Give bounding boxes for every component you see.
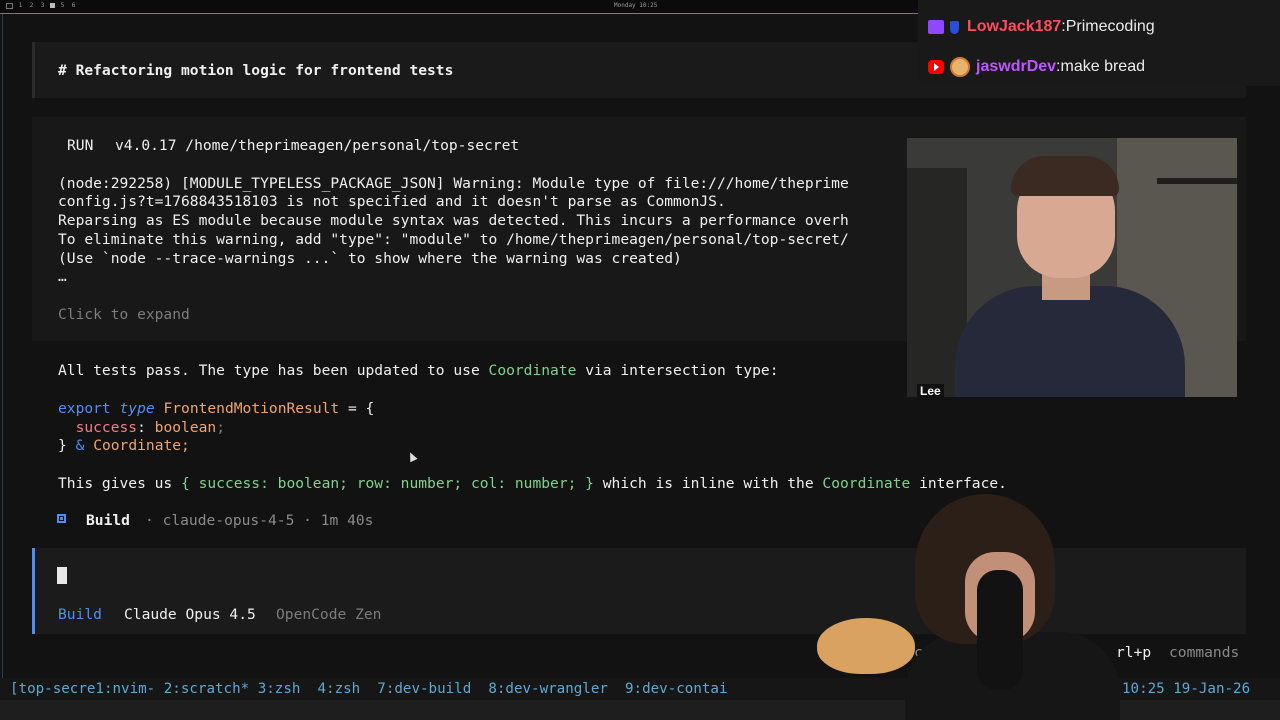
agent-mode-label[interactable]: Build [58,605,102,624]
coordinate-highlight: Coordinate [488,362,577,379]
guest-body [955,286,1185,397]
code-boolean-type: boolean [154,419,217,436]
commands-hint: commands [1169,644,1240,661]
terminal-left-border [2,14,3,678]
chat-text: make bread [1060,58,1146,75]
code-line-1: export type FrontendMotionResult = { [58,399,374,418]
code-coordinate: Coordinate; [93,437,190,454]
code-close-brace: } [58,437,67,454]
summary-line: All tests pass. The type has been update… [58,361,779,380]
tmux-window-list[interactable]: [top-secre1:nvim- 2:scratch* 3:zsh 4:zsh… [10,680,728,699]
text-cursor [57,567,67,584]
chat-message-1: LowJack187: Primecoding [928,14,1155,40]
gives-text: This gives us [58,475,182,492]
run-label: RUN [67,137,94,154]
guest-hair [1011,156,1119,196]
warning-ellipsis: … [58,268,67,285]
workspace-switcher: 1 2 3 5 6 [6,2,77,10]
build-square-icon [57,514,66,523]
gives-text-end: interface. [910,475,1007,492]
code-line-2: success: boolean; [75,419,225,436]
stream-chat-overlay: LowJack187: Primecoding jaswdrDev: make … [918,0,1280,86]
background-shelf-top [1157,178,1237,184]
code-export-keyword: export [58,400,111,417]
shortcut-key: rl+p [1116,644,1152,661]
guest-webcam-feed [907,138,1237,397]
warning-line-4: To eliminate this warning, add "type": "… [58,231,849,248]
workspace-6[interactable]: 6 [70,2,77,10]
workspace-2[interactable]: 2 [28,2,35,10]
run-version-path: v4.0.17 /home/theprimeagen/personal/top-… [115,137,520,154]
gives-coordinate-highlight: Coordinate [822,475,911,492]
build-status-label: Build [86,512,130,529]
chat-username: jaswdrDev [976,58,1057,75]
gives-text-mid: which is inline with the [593,475,823,492]
webcam-name-label: Lee [917,384,944,398]
code-success-key: success [75,419,138,436]
warning-line-5: (Use `node --trace-warnings ...` to show… [58,250,682,267]
code-type-keyword: type [119,400,155,417]
avatar [950,57,970,77]
workspace-5[interactable]: 5 [59,2,66,10]
warning-line-1: (node:292258) [MODULE_TYPELESS_PACKAGE_J… [58,175,849,192]
chat-text: Primecoding [1065,18,1155,35]
code-line-3: } & Coordinate; [58,436,190,455]
summary-text-end: via intersection type: [576,362,779,379]
bread-prop [817,618,915,674]
workspace-3[interactable]: 3 [39,2,46,10]
build-status-detail: · claude-opus-4-5 · 1m 40s [145,512,374,529]
model-name[interactable]: Claude Opus 4.5 [124,605,256,624]
desktop-clock: Monday 10:25 [614,2,658,9]
gives-inline-code: { success: boolean; row: number; col: nu… [181,475,594,492]
provider-name: OpenCode Zen [276,606,382,623]
tmux-clock: 10:25 19-Jan-26 [1122,681,1251,697]
summary-text: All tests pass. The type has been update… [58,362,489,379]
user-badge-icon [950,20,959,34]
click-to-expand-link[interactable]: Click to expand [58,305,190,324]
gives-line: This gives us { success: boolean; row: n… [58,474,1007,493]
workspace-grid-icon[interactable] [6,3,13,9]
session-title: # Refactoring motion logic for frontend … [58,62,454,79]
workspace-1[interactable]: 1 [17,2,24,10]
twitch-icon [928,20,944,34]
warning-line-3: Reparsing as ES module because module sy… [58,212,849,229]
streamer-webcam-cutout [817,492,1120,720]
workspace-4-active[interactable] [50,3,55,8]
microphone-icon [977,570,1023,690]
chat-message-2: jaswdrDev: make bread [928,54,1145,80]
youtube-icon [928,60,944,74]
code-assign: = { [339,400,375,417]
chat-username: LowJack187 [967,18,1062,35]
warning-line-2: config.js?t=1768843518103 is not specifi… [58,193,726,210]
code-ampersand: & [75,437,85,454]
code-type-name: FrontendMotionResult [163,400,340,417]
